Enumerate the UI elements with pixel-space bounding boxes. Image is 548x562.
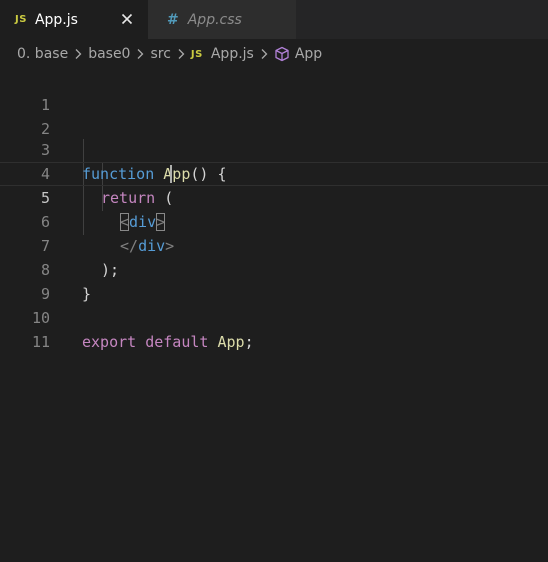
line-number: 11 [31, 333, 50, 351]
breadcrumb-item-src[interactable]: src [150, 46, 170, 62]
keyword-token: export [82, 333, 137, 351]
tab-label: App.css [187, 11, 242, 28]
code-line: 8 } [0, 234, 548, 303]
breadcrumb-item-0-base[interactable]: 0. base [17, 46, 68, 62]
code-line: 3 function App() { [0, 114, 548, 183]
tab-bar: JS App.js # App.css [0, 0, 548, 39]
chevron-right-icon [257, 48, 271, 60]
code-line-current: 5 <div> [0, 162, 548, 231]
js-file-icon: JS [15, 14, 27, 25]
code-text: export default App; [82, 330, 254, 354]
close-icon[interactable] [118, 10, 136, 28]
code-line: 10 export default App; [0, 282, 548, 351]
breadcrumb-item-base0[interactable]: base0 [88, 46, 130, 62]
tab-app-js[interactable]: JS App.js [0, 0, 148, 39]
tab-label: App.js [34, 11, 78, 28]
code-line: 4 return ( [0, 138, 548, 207]
function-name-token: App [217, 333, 245, 351]
code-line: 11 [0, 306, 548, 351]
text-cursor [170, 165, 172, 183]
breadcrumb-item-app-js[interactable]: App.js [211, 46, 254, 62]
tab-app-css[interactable]: # App.css [148, 0, 296, 39]
punctuation-token: ; [244, 333, 254, 351]
symbol-cube-icon [274, 46, 290, 62]
css-file-icon: # [167, 11, 179, 28]
js-file-icon: JS [190, 48, 203, 60]
chevron-right-icon [133, 48, 147, 60]
breadcrumb: 0. base base0 src JS App.js App [0, 39, 548, 69]
code-editor[interactable]: 1 2 3 function App() { 4 return ( 5 <div… [0, 69, 548, 562]
chevron-right-icon [174, 48, 188, 60]
chevron-right-icon [71, 48, 85, 60]
keyword-token: default [145, 333, 209, 351]
code-line: 6 </div> [0, 186, 548, 255]
code-line: 7 ); [0, 210, 548, 279]
code-line: 1 [0, 69, 548, 114]
breadcrumb-item-app-symbol[interactable]: App [295, 46, 322, 62]
code-line: 9 [0, 258, 548, 303]
